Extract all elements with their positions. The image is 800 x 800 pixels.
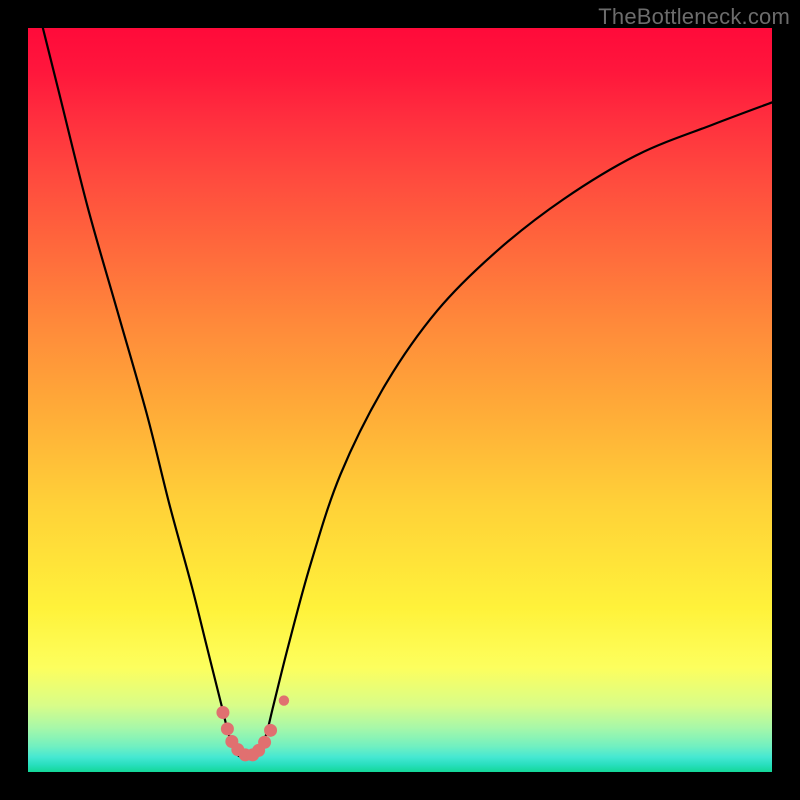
bottleneck-curve bbox=[28, 28, 772, 758]
marker-point bbox=[258, 736, 271, 749]
marker-point bbox=[264, 724, 277, 737]
plot-area bbox=[28, 28, 772, 772]
marker-point bbox=[221, 722, 234, 735]
marker-point bbox=[279, 695, 289, 705]
marker-point bbox=[216, 706, 229, 719]
marker-group bbox=[216, 695, 289, 761]
watermark-text: TheBottleneck.com bbox=[598, 4, 790, 30]
chart-svg bbox=[28, 28, 772, 772]
chart-frame: TheBottleneck.com bbox=[0, 0, 800, 800]
